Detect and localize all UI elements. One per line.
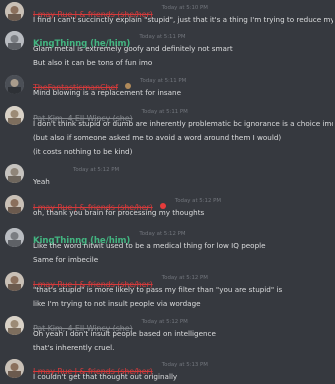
message-line: I find I can't succinctly explain "stupi… — [33, 15, 333, 24]
user-avatar[interactable] — [5, 228, 24, 247]
user-avatar[interactable] — [5, 75, 24, 94]
message-line: Mind blowing is a replacement for insane — [33, 88, 182, 97]
timestamp: Today at 5:10 PM — [161, 5, 208, 11]
message-line: Oh yeah I don't insult people based on i… — [33, 329, 216, 338]
message-line: (but also if someone asked me to avoid a… — [33, 133, 282, 142]
message-line: I don't think stupid or dumb are inheren… — [33, 119, 333, 128]
message-line: Glam metal is extremely goofy and defini… — [33, 44, 233, 53]
user-avatar[interactable] — [5, 164, 24, 183]
timestamp: Today at 5:11 PM — [139, 34, 186, 40]
timestamp: Today at 5:11 PM — [140, 78, 187, 84]
user-avatar[interactable] — [5, 106, 24, 125]
timestamp: Today at 5:12 PM — [141, 319, 188, 325]
message-line: Yeah — [33, 177, 50, 186]
message-line: (it costs nothing to be kind) — [33, 147, 133, 156]
message-line: Same for imbecile — [33, 255, 99, 264]
timestamp: Today at 5:12 PM — [139, 231, 186, 237]
user-avatar[interactable] — [5, 272, 24, 291]
user-avatar[interactable] — [5, 316, 24, 335]
message-line: oh, thank you brain for processing my th… — [33, 208, 205, 217]
timestamp: Today at 5:12 PM — [161, 275, 208, 281]
user-avatar[interactable] — [5, 359, 24, 378]
message-line: Like the word nitwit used to be a medica… — [33, 241, 266, 250]
message-line: "that's stupid" is more likely to pass m… — [33, 285, 283, 294]
user-avatar[interactable] — [5, 2, 24, 21]
message-line: like I'm trying to not insult people via… — [33, 299, 201, 308]
timestamp: Today at 5:12 PM — [73, 167, 120, 173]
message-line: that's inherently cruel. — [33, 343, 115, 352]
user-avatar[interactable] — [5, 195, 24, 214]
timestamp: Today at 5:12 PM — [174, 198, 222, 204]
timestamp: Today at 5:11 PM — [141, 109, 188, 115]
user-avatar[interactable] — [5, 31, 24, 50]
message-line: But also it can be tons of fun imo — [33, 58, 153, 67]
message-line: I couldn't get that thought out original… — [33, 372, 178, 381]
timestamp: Today at 5:13 PM — [161, 362, 208, 368]
chat-message-list[interactable]: I may Rue J & friends (she/her) Today at… — [0, 0, 335, 384]
